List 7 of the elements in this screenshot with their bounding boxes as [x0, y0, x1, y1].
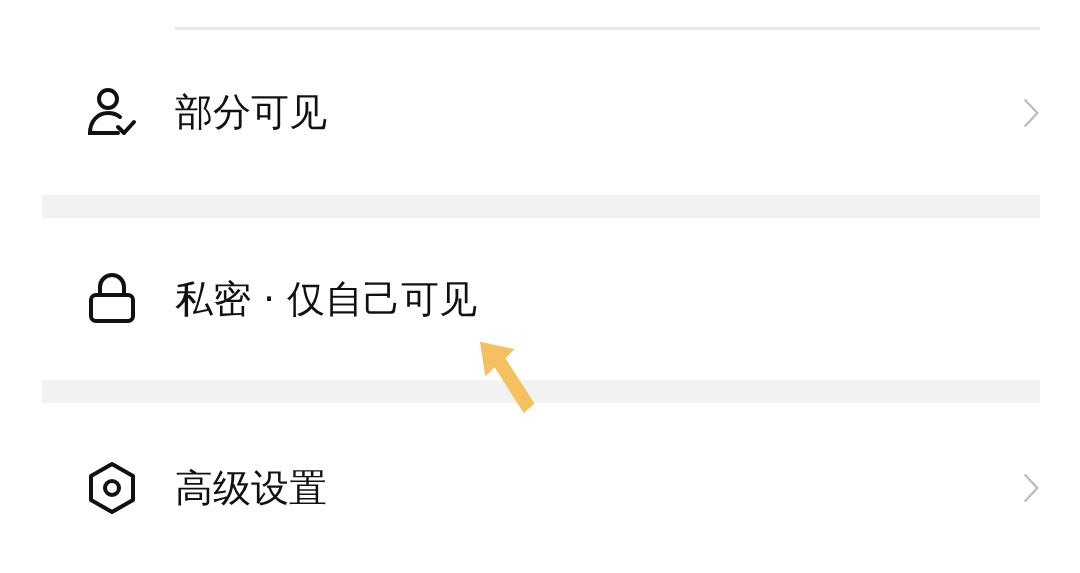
chevron-icon: [1022, 471, 1040, 505]
menu-item[interactable]: 私密 · 仅自己可见: [0, 218, 1080, 380]
menu-label: 高级设置: [175, 464, 328, 512]
menu-item[interactable]: 部分可见: [0, 30, 1080, 195]
menu-label: 部分可见: [175, 89, 328, 136]
menu-label: 私密 · 仅自己可见: [175, 275, 479, 323]
menu-item[interactable]: 高级设置: [0, 403, 1080, 573]
